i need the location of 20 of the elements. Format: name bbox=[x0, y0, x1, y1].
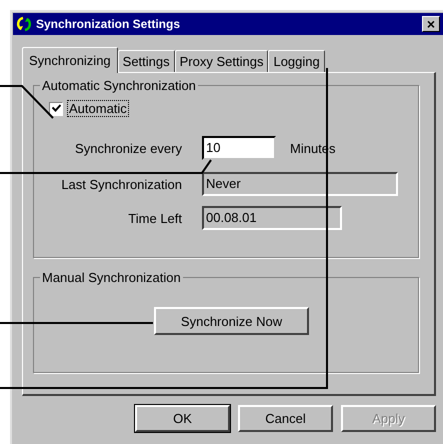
field-label: Last Synchronization bbox=[60, 176, 183, 192]
field-label: Synchronize every bbox=[74, 140, 183, 156]
readonly-field: Never bbox=[202, 172, 398, 196]
tab[interactable]: Logging bbox=[268, 50, 325, 72]
field-label: Time Left bbox=[127, 210, 183, 226]
group-title: Manual Synchronization bbox=[41, 270, 182, 285]
dialog-button[interactable]: Cancel bbox=[238, 405, 333, 432]
window-title: Synchronization Settings bbox=[36, 17, 182, 31]
synchronize-now-button[interactable]: Synchronize Now bbox=[154, 307, 309, 335]
readonly-field: 00.08.01 bbox=[202, 206, 342, 230]
checkbox-label[interactable]: Automatic bbox=[68, 101, 128, 116]
tab[interactable]: Proxy Settings bbox=[174, 50, 268, 72]
tab[interactable]: Settings bbox=[118, 50, 175, 72]
close-button[interactable]: × bbox=[422, 16, 440, 32]
sync-arrows-icon bbox=[16, 16, 32, 32]
dialog-button[interactable]: OK bbox=[135, 405, 230, 432]
group-title: Automatic Synchronization bbox=[41, 78, 197, 93]
input-field[interactable]: 10 bbox=[202, 136, 276, 160]
tab[interactable]: Synchronizing bbox=[22, 47, 118, 73]
checkbox[interactable] bbox=[49, 102, 63, 116]
